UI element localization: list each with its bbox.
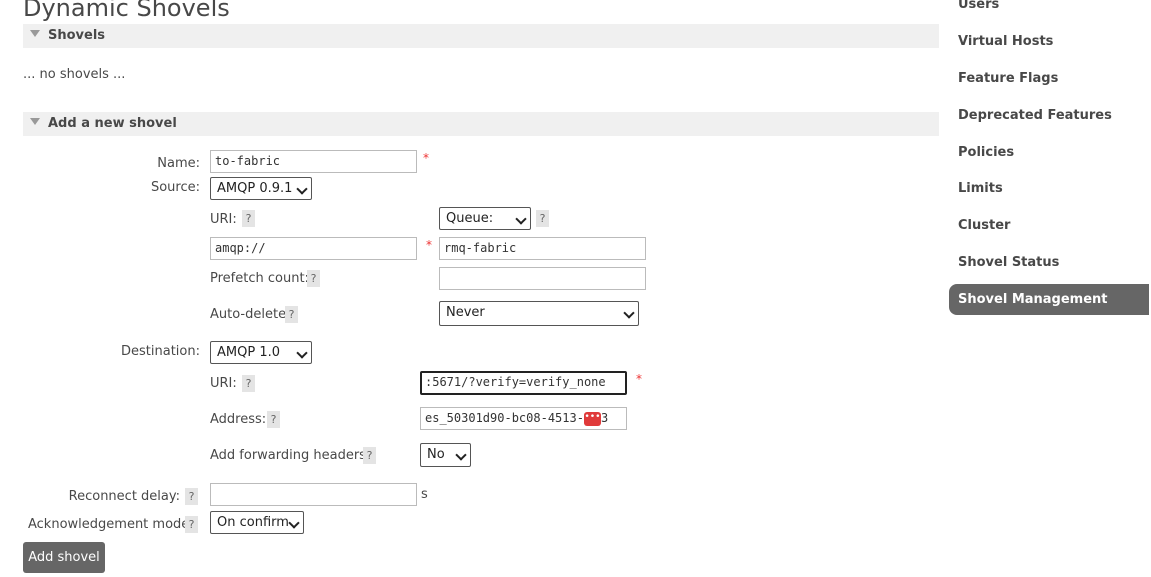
select-value: No	[427, 447, 445, 462]
nav-item-policies[interactable]: Policies	[958, 145, 1014, 160]
required-mark: *	[636, 372, 642, 386]
address-tail: 3	[600, 411, 609, 425]
shovels-section-header[interactable]: Shovels	[23, 24, 939, 48]
help-icon[interactable]: ?	[267, 411, 280, 428]
dest-uri-input[interactable]: :5671/?verify=verify_none	[420, 371, 627, 395]
nav-item-label: Shovel Management	[958, 292, 1108, 307]
select-value: AMQP 1.0	[217, 345, 280, 360]
source-queue-input[interactable]: rmq-fabric	[439, 237, 646, 260]
required-mark: *	[426, 238, 432, 252]
reconnect-label: Reconnect delay:	[68, 489, 180, 504]
redaction-icon: •••	[583, 411, 601, 426]
collapse-triangle-icon	[30, 118, 40, 125]
prefetch-input[interactable]	[439, 267, 646, 290]
ack-mode-select[interactable]: On confirm	[210, 511, 304, 534]
source-protocol-select[interactable]: AMQP 0.9.1	[210, 177, 312, 200]
nav-item-cluster[interactable]: Cluster	[958, 218, 1010, 233]
autodelete-select[interactable]: Never	[439, 301, 639, 326]
name-input[interactable]: to-fabric	[210, 150, 417, 173]
select-value: Queue:	[446, 211, 494, 226]
ack-mode-label: Acknowledgement mode:	[28, 517, 194, 532]
nav-item-virtual-hosts[interactable]: Virtual Hosts	[958, 34, 1053, 49]
help-icon[interactable]: ?	[285, 306, 298, 323]
nav-item-shovel-management[interactable]: Shovel Management	[949, 284, 1149, 315]
help-icon[interactable]: ?	[185, 516, 198, 533]
help-icon[interactable]: ?	[363, 447, 376, 464]
page-title: Dynamic Shovels	[23, 0, 230, 22]
select-value: AMQP 0.9.1	[217, 181, 293, 196]
chevron-down-icon	[515, 213, 527, 225]
autodelete-label: Auto-delete	[210, 307, 287, 322]
destination-label: Destination:	[121, 344, 200, 359]
name-label: Name:	[157, 156, 200, 171]
no-shovels-text: ... no shovels ...	[23, 67, 126, 82]
source-label: Source:	[150, 180, 200, 195]
address-input[interactable]: es_50301d90-bc08-4513-•••3	[420, 407, 627, 430]
chevron-down-icon	[296, 183, 308, 195]
select-value: On confirm	[217, 515, 289, 530]
chevron-down-icon	[455, 449, 467, 461]
reconnect-unit: s	[421, 487, 428, 502]
select-value: Never	[446, 305, 485, 320]
nav-item-limits[interactable]: Limits	[958, 181, 1003, 196]
section-title: Shovels	[48, 28, 106, 43]
address-label: Address:	[210, 412, 267, 427]
source-queue-type-select[interactable]: Queue:	[439, 207, 531, 230]
nav-item-feature-flags[interactable]: Feature Flags	[958, 71, 1058, 86]
help-icon[interactable]: ?	[242, 375, 255, 392]
chevron-down-icon	[623, 307, 635, 319]
source-uri-input[interactable]: amqp://	[210, 237, 417, 260]
chevron-down-icon	[288, 517, 300, 529]
destination-protocol-select[interactable]: AMQP 1.0	[210, 341, 312, 364]
add-shovel-section-header[interactable]: Add a new shovel	[23, 112, 939, 136]
reconnect-input[interactable]	[210, 483, 417, 506]
fwd-headers-select[interactable]: No	[420, 443, 471, 467]
source-uri-label: URI:	[210, 212, 237, 227]
required-mark: *	[423, 151, 429, 165]
dest-uri-label: URI:	[210, 376, 237, 391]
help-icon[interactable]: ?	[242, 210, 255, 227]
help-icon[interactable]: ?	[307, 270, 320, 287]
prefetch-label: Prefetch count:	[210, 271, 309, 286]
fwd-headers-label: Add forwarding headers:	[210, 448, 371, 463]
chevron-down-icon	[296, 347, 308, 359]
nav-item-deprecated-features[interactable]: Deprecated Features	[958, 108, 1112, 123]
section-title: Add a new shovel	[48, 116, 177, 131]
collapse-triangle-icon	[30, 30, 40, 37]
address-value: es_50301d90-bc08-4513-	[425, 411, 584, 425]
help-icon[interactable]: ?	[185, 488, 198, 505]
nav-item-shovel-status[interactable]: Shovel Status	[958, 255, 1059, 270]
help-icon[interactable]: ?	[536, 210, 549, 227]
add-shovel-button[interactable]: Add shovel	[23, 542, 105, 573]
nav-item-users[interactable]: Users	[958, 0, 999, 12]
